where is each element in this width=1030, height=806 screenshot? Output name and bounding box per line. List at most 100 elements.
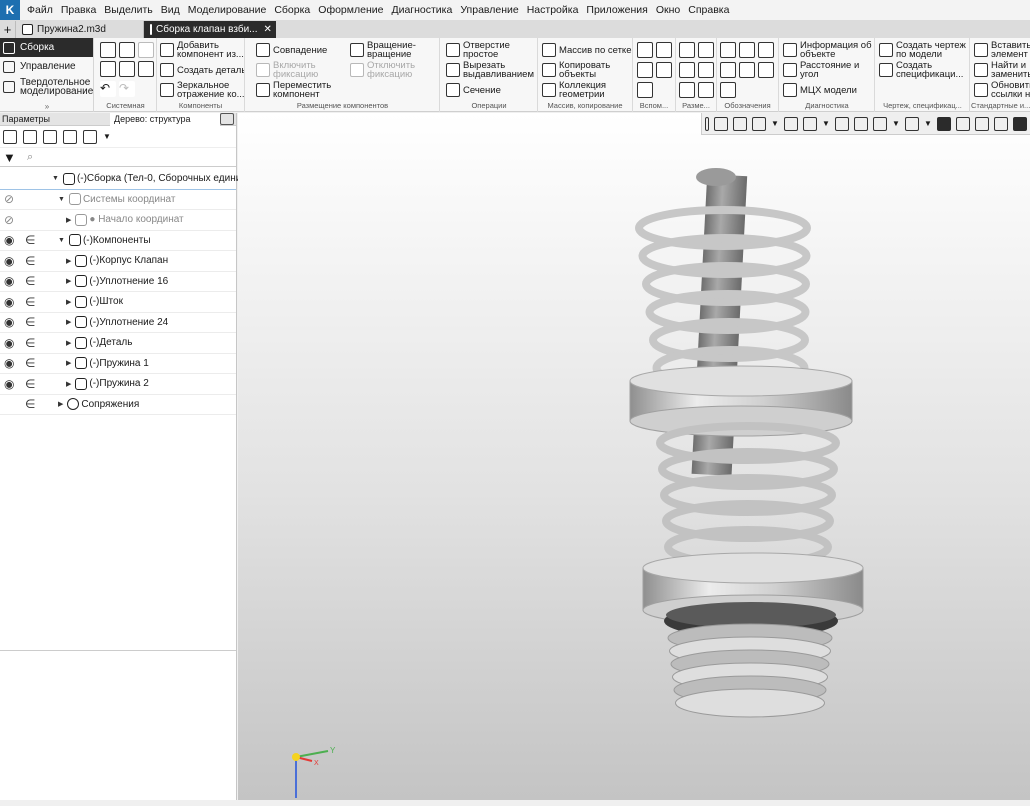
new-doc-icon[interactable]	[100, 42, 116, 58]
close-tab-icon[interactable]: ✕	[264, 24, 272, 35]
aux-plane-icon[interactable]	[637, 42, 653, 58]
simple-hole-button[interactable]: Отверстие простое	[446, 41, 536, 59]
tree-item-component[interactable]: ◉ ∈ ▶ (-)Пружина 1	[0, 354, 236, 374]
include-icon[interactable]: ∈	[25, 254, 35, 268]
tree-view-icon[interactable]	[3, 129, 17, 144]
thread-icon[interactable]	[720, 82, 736, 98]
expand-arrow-icon[interactable]: ▶	[66, 277, 71, 285]
include-icon[interactable]: ∈	[25, 356, 35, 370]
add-component-button[interactable]: Добавить компонент из...	[160, 41, 244, 59]
expand-arrow-icon[interactable]: ▶	[66, 257, 71, 265]
menu-select[interactable]: Выделить	[100, 0, 156, 20]
expand-arrow-icon[interactable]: ▶	[66, 298, 71, 306]
save-as-icon[interactable]	[138, 61, 154, 77]
preview-icon[interactable]	[119, 61, 135, 77]
eye-icon[interactable]: ◉	[4, 315, 18, 329]
tree-item-coord-systems[interactable]: ⊘ ▼ Системы координат	[0, 190, 236, 210]
tree-options-icon[interactable]	[43, 129, 57, 144]
menu-file[interactable]: Файл	[23, 0, 57, 20]
menu-settings[interactable]: Настройка	[523, 0, 583, 20]
menu-view[interactable]: Вид	[157, 0, 184, 20]
eye-icon[interactable]: ◉	[4, 254, 18, 268]
include-icon[interactable]: ∈	[25, 274, 35, 288]
tree-item-components[interactable]: ◉ ∈ ▼ (-)Компоненты	[0, 231, 236, 251]
roughness-icon[interactable]	[739, 42, 755, 58]
expand-arrow-icon[interactable]: ▶	[66, 318, 71, 326]
menu-modeling[interactable]: Моделирование	[184, 0, 271, 20]
aux-axis-icon[interactable]	[656, 42, 672, 58]
insert-element-button[interactable]: Вставить элемент	[974, 41, 1030, 59]
find-replace-button[interactable]: Найти и заменить	[974, 61, 1030, 79]
tree-item-component[interactable]: ◉ ∈ ▶ (-)Пружина 2	[0, 374, 236, 395]
eye-icon[interactable]: ◉	[4, 274, 18, 288]
position-icon[interactable]	[758, 62, 774, 78]
update-links-button[interactable]: Обновить ссылки н	[974, 81, 1030, 99]
create-drawing-button[interactable]: Создать чертеж по модели	[879, 41, 969, 59]
create-part-button[interactable]: Создать деталь	[160, 62, 244, 78]
radius-dim-icon[interactable]	[698, 62, 714, 78]
auto-dim-icon[interactable]	[679, 82, 695, 98]
linear-dim-icon[interactable]	[679, 42, 695, 58]
move-component-button[interactable]: Переместить компонент	[256, 81, 346, 99]
eye-icon[interactable]: ◉	[4, 336, 18, 350]
mark-icon[interactable]	[739, 62, 755, 78]
tab-spring-doc[interactable]: Пружина2.m3d	[16, 21, 144, 38]
open-icon[interactable]	[119, 42, 135, 58]
valve-assembly-model[interactable]	[238, 113, 1030, 800]
menu-management[interactable]: Управление	[456, 0, 522, 20]
grid-array-button[interactable]: Массив по сетке	[542, 43, 632, 57]
angle-dim-icon[interactable]	[679, 62, 695, 78]
object-info-button[interactable]: Информация об объекте	[783, 41, 875, 59]
menu-apps[interactable]: Приложения	[582, 0, 651, 20]
copy-objects-button[interactable]: Копировать объекты	[542, 61, 632, 79]
enable-fix-button[interactable]: Включить фиксацию	[256, 61, 346, 79]
eye-icon[interactable]: ◉	[4, 356, 18, 370]
menu-assembly[interactable]: Сборка	[270, 0, 314, 20]
tree-item-component[interactable]: ◉ ∈ ▶ (-)Шток	[0, 292, 236, 313]
undo-icon[interactable]: ↶	[100, 81, 116, 97]
tree-item-component[interactable]: ◉ ∈ ▶ (-)Деталь	[0, 333, 236, 354]
collapse-arrow-icon[interactable]: ▼	[52, 175, 59, 182]
eye-icon[interactable]: ◉	[4, 233, 18, 247]
tree-grid-icon[interactable]	[63, 129, 77, 144]
eye-hidden-icon[interactable]: ⊘	[4, 192, 18, 206]
menu-window[interactable]: Окно	[652, 0, 684, 20]
redo-icon[interactable]: ↷	[119, 81, 135, 97]
distance-angle-button[interactable]: Расстояние и угол	[783, 61, 875, 79]
base-icon[interactable]	[758, 42, 774, 58]
expand-arrow-icon[interactable]: ▶	[66, 380, 71, 388]
tab-tree-structure[interactable]: Дерево: структура	[110, 112, 220, 126]
app-logo-icon[interactable]: K	[0, 0, 20, 20]
section-button[interactable]: Сечение	[446, 83, 536, 97]
tree-item-component[interactable]: ◉ ∈ ▶ (-)Корпус Клапан	[0, 251, 236, 272]
coincidence-button[interactable]: Совпадение	[256, 42, 346, 58]
mass-properties-button[interactable]: МЦХ модели	[783, 83, 875, 97]
leader-icon[interactable]	[720, 42, 736, 58]
eye-icon[interactable]: ◉	[4, 377, 18, 391]
diameter-dim-icon[interactable]	[698, 42, 714, 58]
tolerance-icon[interactable]	[720, 62, 736, 78]
menu-help[interactable]: Справка	[684, 0, 733, 20]
eye-hidden-icon[interactable]: ⊘	[4, 213, 18, 227]
include-icon[interactable]: ∈	[25, 336, 35, 350]
include-icon[interactable]: ∈	[25, 315, 35, 329]
collapse-arrow-icon[interactable]: ▼	[58, 196, 65, 203]
tab-parameters[interactable]: Параметры	[0, 114, 110, 124]
tree-item-mates[interactable]: ∈ ▶ Сопряжения	[0, 395, 236, 415]
expand-arrow-icon[interactable]: ▶	[58, 400, 63, 408]
collapse-arrow-icon[interactable]: ▼	[58, 237, 65, 244]
expand-arrow-icon[interactable]: ▶	[66, 339, 71, 347]
mirror-component-button[interactable]: Зеркальное отражение ко...	[160, 81, 244, 99]
tree-item-origin[interactable]: ⊘ ▶ ● Начало координат	[0, 210, 236, 231]
include-icon[interactable]: ∈	[25, 233, 35, 247]
include-icon[interactable]: ∈	[25, 377, 35, 391]
tree-item-component[interactable]: ◉ ∈ ▶ (-)Уплотнение 24	[0, 313, 236, 333]
cut-extrude-button[interactable]: Вырезать выдавливанием	[446, 61, 536, 79]
search-icon[interactable]: ⌕	[27, 151, 33, 164]
rotation-button[interactable]: Вращение-вращение	[350, 41, 438, 59]
3d-viewport[interactable]: ▼ ▼ ▼ ▼ Y X	[238, 113, 1030, 800]
chevron-down-icon[interactable]: ▼	[103, 132, 111, 141]
eye-icon[interactable]: ◉	[4, 295, 18, 309]
save-icon[interactable]	[138, 42, 154, 58]
menu-design[interactable]: Оформление	[314, 0, 387, 20]
